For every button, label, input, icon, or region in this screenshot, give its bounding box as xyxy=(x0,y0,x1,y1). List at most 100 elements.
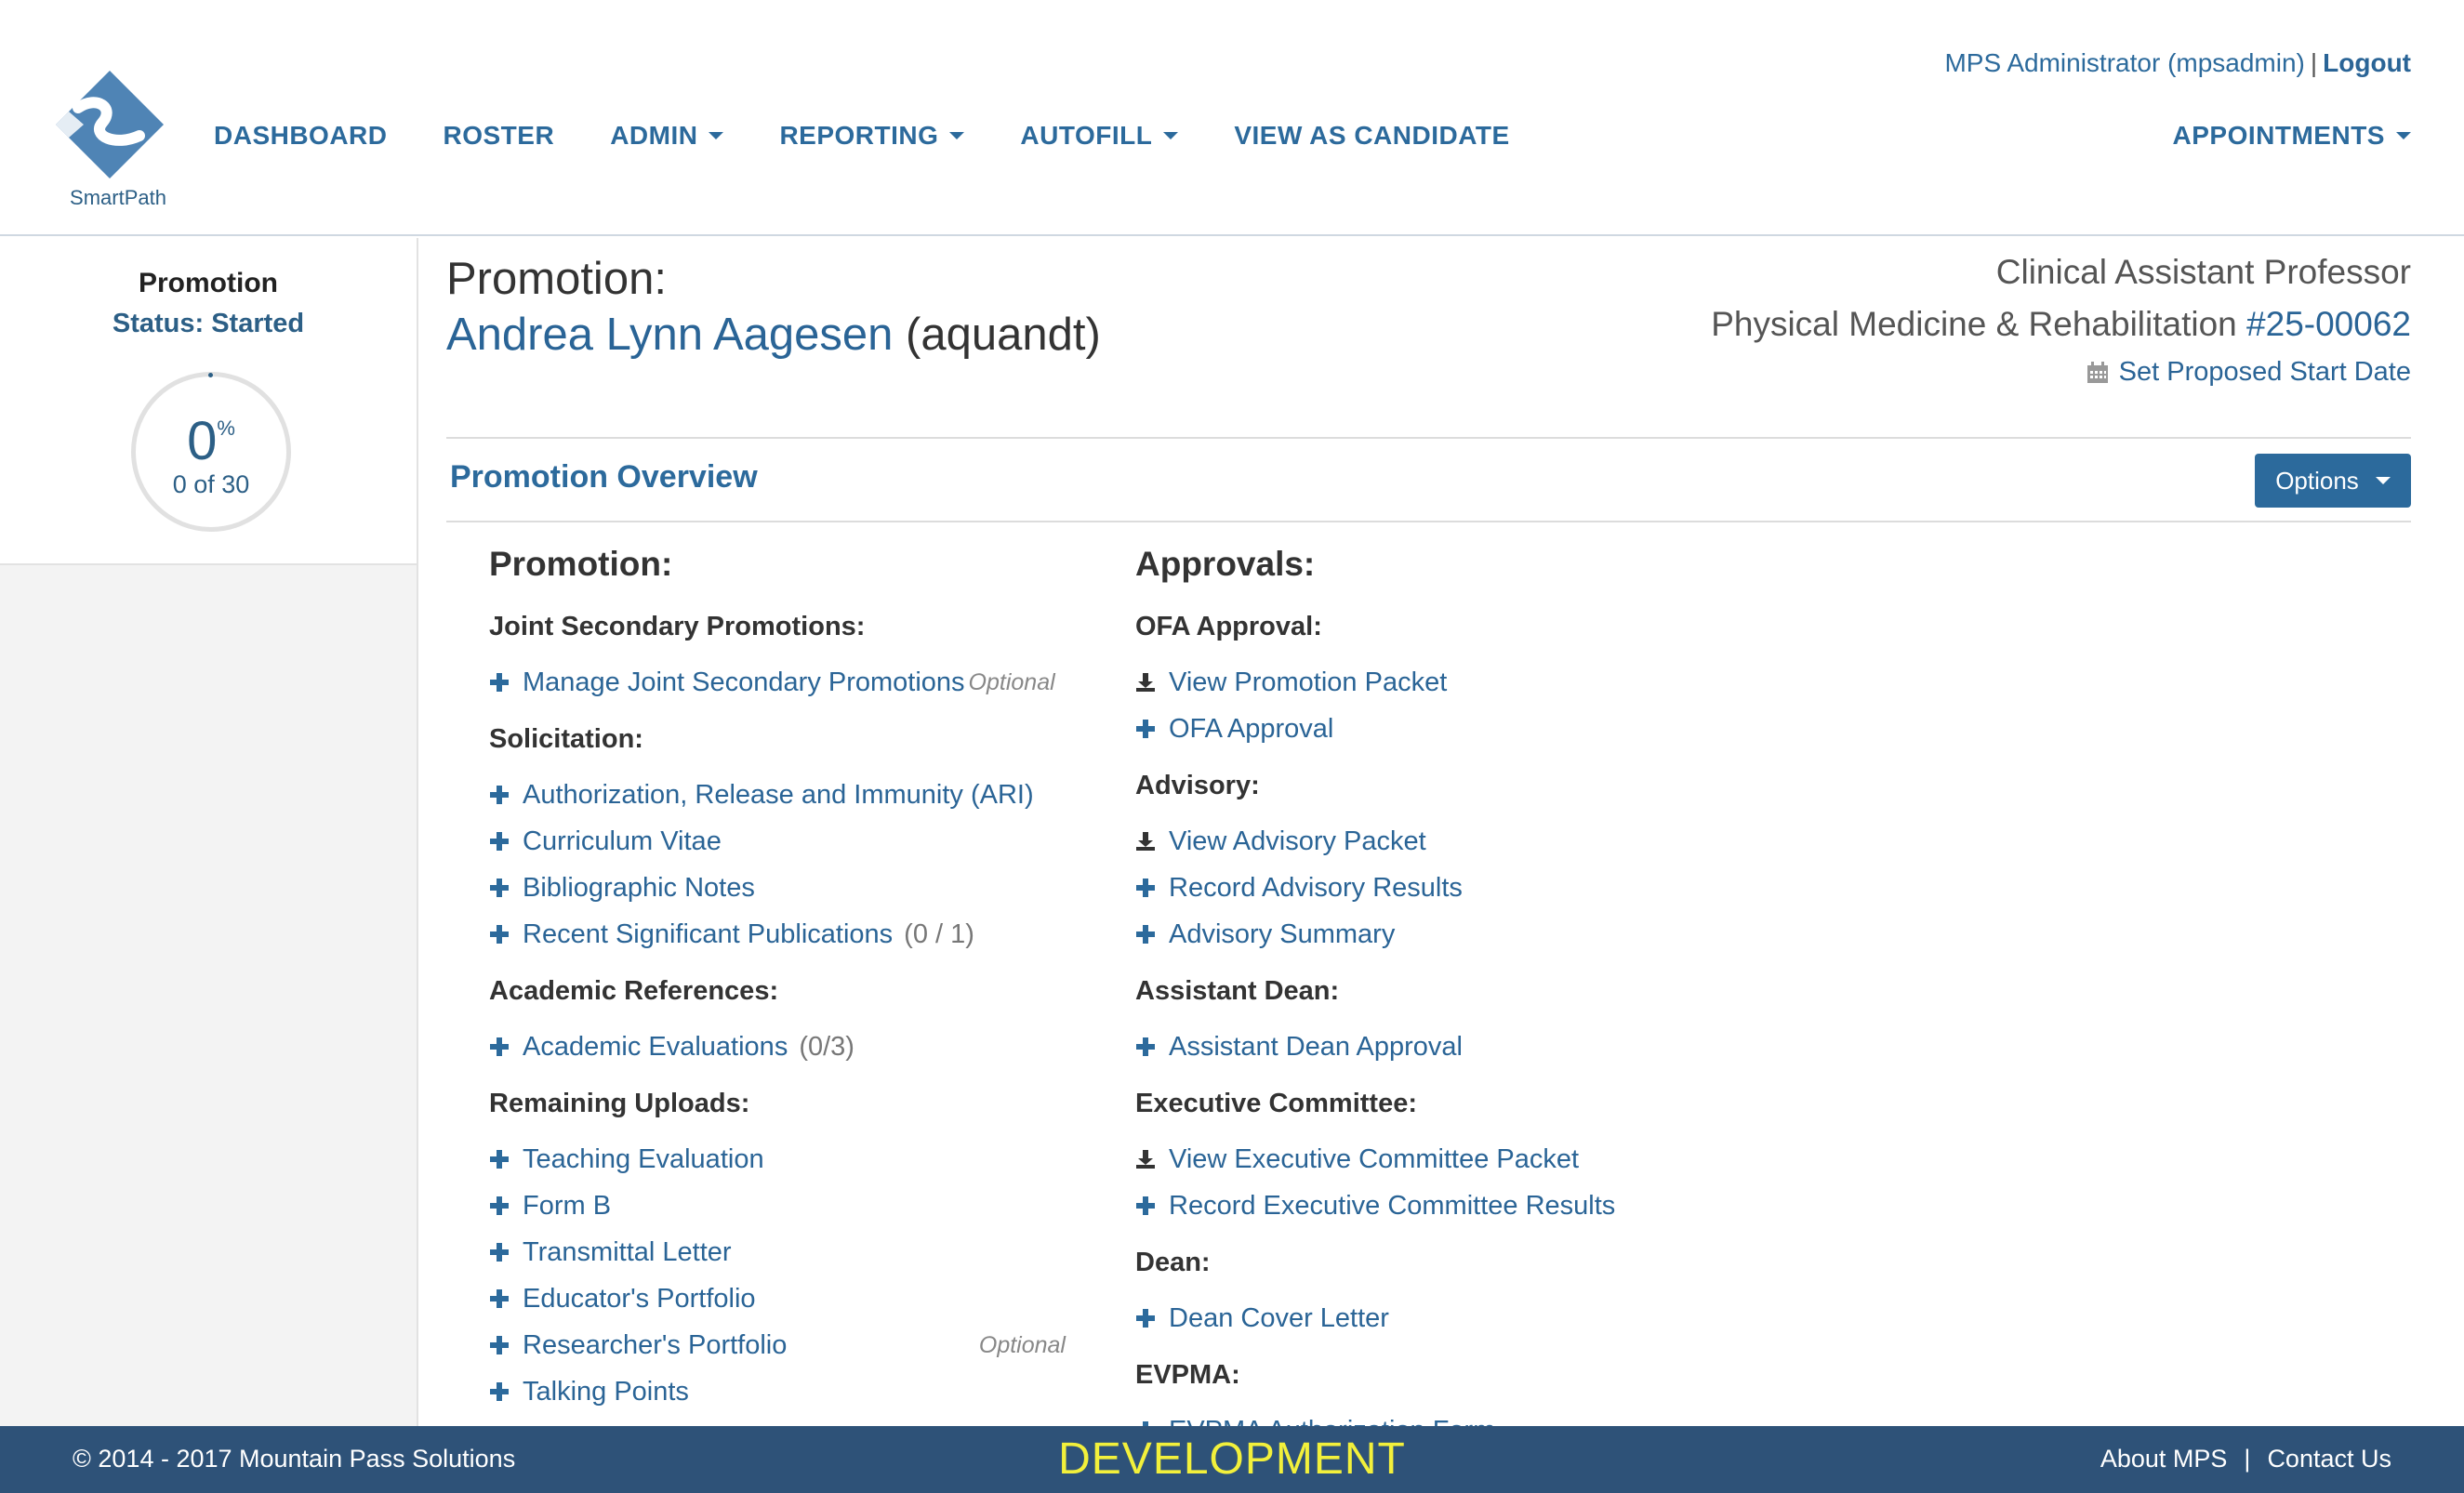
caret-down-icon xyxy=(949,132,965,139)
curriculum-vitae-link[interactable]: Curriculum Vitae xyxy=(489,818,1066,865)
candidate-heading: Andrea Lynn Aagesen (aquandt) xyxy=(446,309,1101,361)
footer-links: About MPS | Contact Us xyxy=(2100,1445,2391,1473)
status-card: Promotion Status: Started 0% 0 of 30 xyxy=(0,238,418,565)
view-promotion-packet-link[interactable]: View Promotion Packet xyxy=(1135,659,1879,706)
nav-reporting[interactable]: REPORTING xyxy=(779,121,965,151)
nav-roster[interactable]: ROSTER xyxy=(444,121,555,151)
talking-points-link[interactable]: Talking Points xyxy=(489,1368,1066,1415)
academic-evaluations-link[interactable]: Academic Evaluations (0/3) xyxy=(489,1024,1066,1070)
plus-icon xyxy=(490,1382,509,1401)
item-label: Talking Points xyxy=(523,1376,689,1407)
item-label: Assistant Dean Approval xyxy=(1169,1031,1463,1062)
divider xyxy=(446,437,2411,439)
teaching-evaluation-link[interactable]: Teaching Evaluation xyxy=(489,1136,1066,1183)
section-title: Assistant Dean: xyxy=(1135,976,1340,1006)
section-title: Remaining Uploads: xyxy=(489,1089,750,1118)
plus-icon xyxy=(490,1150,509,1169)
section-assistant-dean: Assistant Dean: Assistant Dean Approval xyxy=(1135,976,1879,1070)
optional-tag: Optional xyxy=(968,668,1055,695)
nav-admin-label: ADMIN xyxy=(610,121,698,150)
about-link[interactable]: About MPS xyxy=(2100,1445,2228,1473)
plus-icon xyxy=(490,1336,509,1354)
user-info: MPS Administrator (mpsadmin) | Logout xyxy=(1944,48,2411,78)
candidate-name-link[interactable]: Andrea Lynn Aagesen xyxy=(446,310,893,360)
plus-icon xyxy=(1136,720,1155,738)
recent-publications-link[interactable]: Recent Significant Publications (0 / 1) xyxy=(489,911,1066,958)
nav-admin[interactable]: ADMIN xyxy=(610,121,724,151)
transmittal-letter-link[interactable]: Transmittal Letter xyxy=(489,1229,1066,1275)
footer: © 2014 - 2017 Mountain Pass Solutions DE… xyxy=(0,1426,2464,1493)
environment-banner: DEVELOPMENT xyxy=(1058,1434,1406,1484)
plus-icon xyxy=(1136,1196,1155,1215)
item-label: View Executive Committee Packet xyxy=(1169,1143,1580,1174)
caret-down-icon xyxy=(709,132,724,139)
footer-separator: | xyxy=(2244,1445,2251,1473)
section-title: Solicitation: xyxy=(489,724,643,754)
section-executive-committee: Executive Committee: View Executive Comm… xyxy=(1135,1089,1879,1229)
nav-dashboard[interactable]: DASHBOARD xyxy=(214,121,388,151)
dean-cover-letter-link[interactable]: Dean Cover Letter xyxy=(1135,1295,1879,1341)
caret-down-icon xyxy=(1163,132,1179,139)
nav-appointments-label: APPOINTMENTS xyxy=(2172,121,2385,150)
nav-appointments[interactable]: APPOINTMENTS xyxy=(2173,121,2411,151)
item-count: (0/3) xyxy=(799,1031,854,1062)
page-title: Promotion: xyxy=(446,254,667,304)
plus-icon xyxy=(490,832,509,851)
set-start-date-link[interactable]: Set Proposed Start Date xyxy=(1711,357,2411,388)
rank-label: Clinical Assistant Professor xyxy=(1995,253,2411,291)
item-count: (0 / 1) xyxy=(904,918,974,949)
brand-name: SmartPath xyxy=(70,186,166,209)
progress-ring-indicator xyxy=(208,373,213,377)
record-advisory-results-link[interactable]: Record Advisory Results xyxy=(1135,865,1879,911)
section-title: OFA Approval: xyxy=(1135,612,1322,641)
approvals-column: Approvals: OFA Approval: View Promotion … xyxy=(1135,545,1879,1473)
progress-percent: 0% xyxy=(131,415,291,469)
plus-icon xyxy=(490,1196,509,1215)
plus-icon xyxy=(490,1243,509,1262)
educators-portfolio-link[interactable]: Educator's Portfolio xyxy=(489,1275,1066,1322)
approvals-column-heading: Approvals: xyxy=(1135,545,1316,583)
ari-link[interactable]: Authorization, Release and Immunity (ARI… xyxy=(489,772,1066,818)
section-title: Joint Secondary Promotions: xyxy=(489,612,866,641)
download-icon xyxy=(1136,673,1155,692)
user-display-name[interactable]: MPS Administrator (mpsadmin) xyxy=(1944,48,2304,77)
top-header: SmartPath DASHBOARD ROSTER ADMIN REPORTI… xyxy=(0,0,2464,236)
form-b-link[interactable]: Form B xyxy=(489,1183,1066,1229)
promotion-column-heading: Promotion: xyxy=(489,545,673,583)
main-nav: DASHBOARD ROSTER ADMIN REPORTING AUTOFIL… xyxy=(214,121,1566,151)
assistant-dean-approval-link[interactable]: Assistant Dean Approval xyxy=(1135,1024,1879,1070)
contact-link[interactable]: Contact Us xyxy=(2267,1445,2391,1473)
researchers-portfolio-link[interactable]: Researcher's Portfolio Optional xyxy=(489,1322,1066,1368)
manage-joint-secondary-link[interactable]: Manage Joint Secondary Promotions Option… xyxy=(489,659,1066,706)
view-executive-packet-link[interactable]: View Executive Committee Packet xyxy=(1135,1136,1879,1183)
calendar-icon xyxy=(2086,361,2108,383)
overview-title: Promotion Overview xyxy=(450,459,758,495)
nav-autofill[interactable]: AUTOFILL xyxy=(1020,121,1179,151)
record-executive-results-link[interactable]: Record Executive Committee Results xyxy=(1135,1183,1879,1229)
plus-icon xyxy=(1136,879,1155,897)
nav-view-as-candidate-label: VIEW AS CANDIDATE xyxy=(1234,121,1510,150)
smartpath-logo-icon xyxy=(56,71,164,178)
plus-icon xyxy=(490,1037,509,1056)
nav-reporting-label: REPORTING xyxy=(779,121,939,150)
promotion-column: Promotion: Joint Secondary Promotions: M… xyxy=(489,545,1066,1434)
position-number-link[interactable]: #25-00062 xyxy=(2246,305,2411,343)
options-button[interactable]: Options xyxy=(2255,454,2411,508)
advisory-summary-link[interactable]: Advisory Summary xyxy=(1135,911,1879,958)
nav-view-as-candidate[interactable]: VIEW AS CANDIDATE xyxy=(1234,121,1509,151)
bibliographic-notes-link[interactable]: Bibliographic Notes xyxy=(489,865,1066,911)
section-title: EVPMA: xyxy=(1135,1360,1240,1390)
view-advisory-packet-link[interactable]: View Advisory Packet xyxy=(1135,818,1879,865)
item-label: Curriculum Vitae xyxy=(523,826,722,856)
ofa-approval-link[interactable]: OFA Approval xyxy=(1135,706,1879,752)
candidate-uid: (aquandt) xyxy=(906,310,1101,360)
section-joint-secondary: Joint Secondary Promotions: Manage Joint… xyxy=(489,612,1066,706)
item-label: View Promotion Packet xyxy=(1169,667,1448,697)
department-line: Physical Medicine & Rehabilitation #25-0… xyxy=(1711,305,2411,344)
plus-icon xyxy=(490,1289,509,1308)
smartpath-logo[interactable]: SmartPath xyxy=(50,67,180,216)
logout-link[interactable]: Logout xyxy=(2323,48,2411,77)
section-remaining-uploads: Remaining Uploads: Teaching Evaluation F… xyxy=(489,1089,1066,1415)
position-meta: Clinical Assistant Professor Physical Me… xyxy=(1711,253,2411,388)
item-label: View Advisory Packet xyxy=(1169,826,1426,856)
